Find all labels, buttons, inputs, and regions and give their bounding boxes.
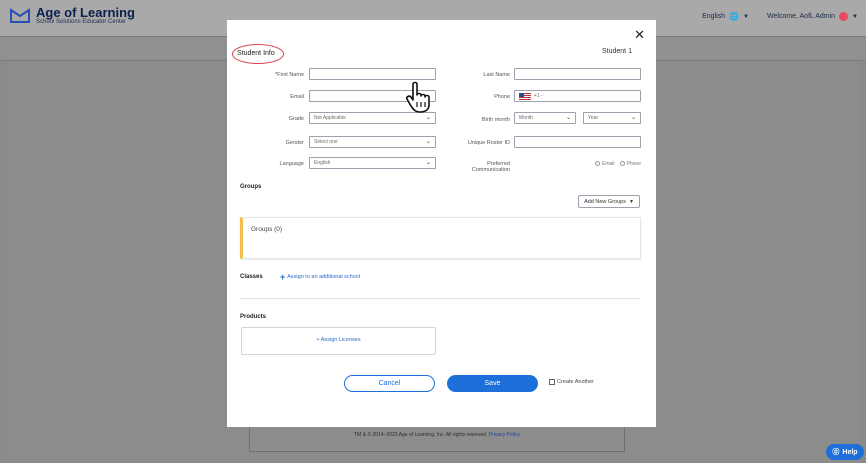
language-selector[interactable]: English <box>702 13 725 20</box>
student-modal: ✕ Student Info Student 1 *First Name Las… <box>227 20 656 427</box>
first-name-label: *First Name <box>274 72 304 78</box>
gender-select[interactable]: Select one ⌄ <box>309 136 436 148</box>
language-select[interactable]: English ⌄ <box>309 157 436 169</box>
student-number: Student 1 <box>602 48 632 55</box>
logo-icon <box>10 8 30 23</box>
chevron-down-icon: ⌄ <box>565 115 571 121</box>
month-value: Month <box>519 115 533 121</box>
preferred-communication-radios: Email Phone <box>595 161 641 167</box>
add-new-groups-dropdown[interactable]: Add New Groups ▼ <box>578 195 640 208</box>
radio-phone[interactable]: Phone <box>619 161 641 167</box>
grade-label: Grade <box>288 116 304 122</box>
close-icon[interactable]: ✕ <box>634 27 645 43</box>
chevron-down-icon[interactable]: ▼ <box>852 14 858 20</box>
assign-licenses-link[interactable]: + Assign Licenses <box>242 337 435 343</box>
footer: TM & © 2014–2023 Age of Learning, Inc. A… <box>249 426 625 452</box>
create-another-label: Create Another <box>557 379 594 385</box>
section-title: Student Info <box>237 50 275 57</box>
assign-school-link[interactable]: + Assign to an additional school <box>280 272 361 282</box>
globe-icon[interactable]: 🌐 <box>729 12 739 21</box>
birth-month-label: Birth month <box>481 117 510 123</box>
us-flag-icon[interactable] <box>519 92 531 100</box>
save-button[interactable]: Save <box>447 375 538 392</box>
chevron-down-icon: ⌄ <box>425 160 431 166</box>
preferred-communication-label: Preferred Communication <box>471 161 510 173</box>
brand-subtitle: School Solutions Educator Center <box>36 19 127 25</box>
groups-title: Groups <box>240 184 262 190</box>
month-select[interactable]: Month ⌄ <box>514 112 576 124</box>
classes-title: Classes <box>240 274 263 280</box>
assign-school-label: Assign to an additional school <box>287 274 361 280</box>
create-another-checkbox[interactable]: Create Another <box>549 379 594 385</box>
groups-count: Groups (0) <box>251 226 283 233</box>
hand-pointer-icon <box>406 81 430 113</box>
brand-logo[interactable]: Age of Learning School Solutions Educato… <box>10 6 135 26</box>
avatar-icon[interactable] <box>839 12 849 21</box>
groups-panel: Groups (0) <box>240 217 641 259</box>
chevron-down-icon: ⌄ <box>425 139 431 145</box>
help-label: Help <box>842 448 858 456</box>
copyright-text: TM & © 2014–2023 Age of Learning, Inc. A… <box>354 432 488 438</box>
year-select[interactable]: Year ⌄ <box>583 112 641 124</box>
welcome-text[interactable]: Welcome, AofL Admin <box>767 13 835 20</box>
cancel-button[interactable]: Cancel <box>344 375 435 392</box>
divider <box>240 298 641 299</box>
gender-value: Select one <box>314 139 338 145</box>
roster-id-input[interactable] <box>514 136 641 148</box>
help-icon: ⓪ <box>832 449 840 456</box>
brand-title: Age of Learning <box>36 5 135 20</box>
plus-icon: + <box>280 272 286 282</box>
header-right: English 🌐 ▼ Welcome, AofL Admin ▼ <box>702 12 858 21</box>
year-value: Year <box>588 115 599 121</box>
last-name-input[interactable] <box>514 68 641 80</box>
last-name-label: Last Name <box>483 72 510 78</box>
phone-input[interactable]: +1 - <box>514 90 641 102</box>
radio-email[interactable]: Email <box>595 161 615 167</box>
first-name-input[interactable] <box>309 68 436 80</box>
language-label: Language <box>279 161 304 167</box>
chevron-down-icon: ▼ <box>628 198 634 205</box>
phone-code: +1 - <box>534 93 543 99</box>
gender-label: Gender <box>285 140 304 146</box>
phone-label: Phone <box>494 94 510 100</box>
roster-id-label: Unique Roster ID <box>467 140 510 146</box>
chevron-down-icon: ⌄ <box>630 115 636 121</box>
chevron-down-icon[interactable]: ▼ <box>743 14 749 20</box>
add-groups-label: Add New Groups <box>584 198 626 205</box>
chevron-down-icon: ⌄ <box>425 115 431 121</box>
help-button[interactable]: ⓪ Help <box>826 444 864 460</box>
email-label: Email <box>290 94 304 100</box>
products-title: Products <box>240 314 267 320</box>
checkbox-icon[interactable] <box>549 379 555 385</box>
language-value: English <box>314 160 331 166</box>
grade-value: Not Applicable <box>314 115 346 121</box>
privacy-policy-link[interactable]: Privacy Policy <box>489 432 520 438</box>
products-panel: + Assign Licenses <box>241 327 436 355</box>
